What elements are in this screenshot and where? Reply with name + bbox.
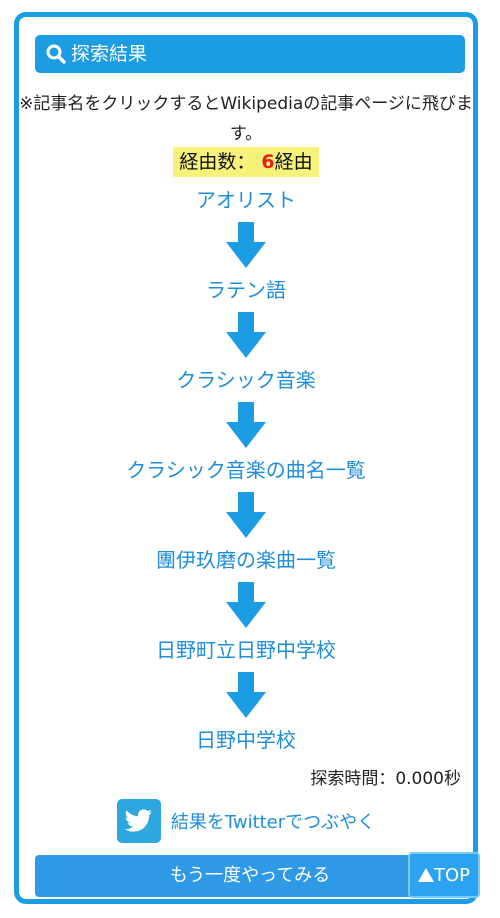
down-arrow-icon: [226, 215, 266, 275]
route-article-link[interactable]: 日野中学校: [196, 725, 296, 755]
retry-button[interactable]: もう一度やってみる: [35, 855, 465, 897]
top-label: TOP: [433, 864, 471, 886]
header-title: 探索結果: [71, 43, 148, 65]
back-to-top-button[interactable]: TOP: [408, 852, 480, 898]
result-card: 探索結果 ※記事名をクリックするとWikipediaの記事ページに飛びます。 経…: [14, 12, 478, 904]
instruction-note: ※記事名をクリックするとWikipediaの記事ページに飛びます。: [19, 94, 473, 144]
tweet-label[interactable]: 結果をTwitterでつぶやく: [171, 808, 375, 834]
tweet-link[interactable]: 結果をTwitterでつぶやく: [19, 799, 473, 843]
route-article-link[interactable]: クラシック音楽: [176, 365, 316, 395]
down-arrow-icon: [226, 575, 266, 635]
triangle-up-icon: [417, 868, 434, 882]
route-article-link[interactable]: アオリスト: [196, 185, 296, 215]
route-path: アオリストラテン語クラシック音楽クラシック音楽の曲名一覧 團伊玖磨の楽曲一覧 日野町…: [19, 185, 473, 755]
route-article-link[interactable]: 團伊玖磨の楽曲一覧: [156, 545, 336, 575]
route-article-link[interactable]: ラテン語: [206, 275, 286, 305]
down-arrow-icon: [226, 395, 266, 455]
hop-count-label: 経由数：: [179, 151, 256, 173]
search-icon: [46, 44, 66, 64]
result-header: 探索結果: [35, 35, 465, 73]
twitter-bird-icon[interactable]: [116, 799, 161, 843]
down-arrow-icon: [226, 305, 266, 365]
down-arrow-icon: [226, 665, 266, 725]
route-article-link[interactable]: クラシック音楽の曲名一覧: [126, 455, 366, 485]
hop-count-value: 6: [261, 151, 275, 173]
search-time: 探索時間：0.000秒: [310, 769, 461, 789]
route-article-link[interactable]: 日野町立日野中学校: [156, 635, 336, 665]
hop-count: 経由数： 6経由: [19, 147, 473, 177]
down-arrow-icon: [226, 485, 266, 545]
hop-count-suffix: 経由: [274, 151, 313, 173]
